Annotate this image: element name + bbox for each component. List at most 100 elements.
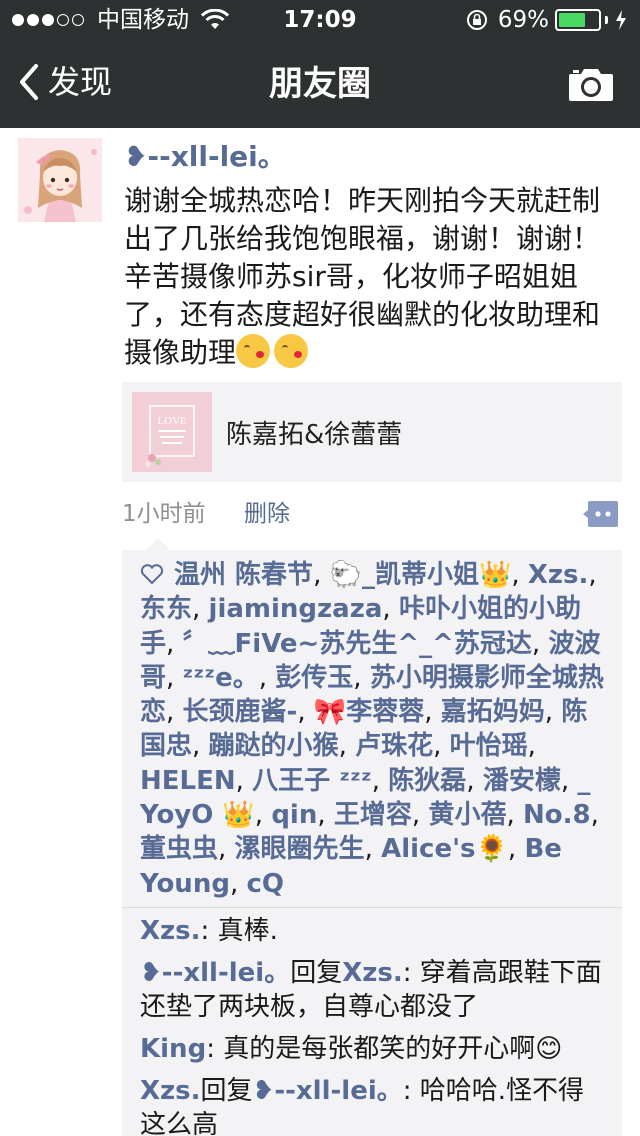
like-separator: , — [531, 628, 549, 659]
reply-word: 回复 — [290, 958, 343, 988]
post-text: 谢谢全城热恋哈！昨天刚拍今天就赶制出了几张给我饱饱眼福，谢谢！谢谢！辛苦摄像师苏… — [124, 182, 614, 372]
comment-author[interactable]: King — [140, 1034, 206, 1064]
like-name[interactable]: cQ — [246, 869, 284, 899]
kissing-emoji-icon — [236, 334, 271, 368]
like-separator: , — [506, 800, 523, 831]
comment-colon: : — [402, 958, 420, 988]
like-name[interactable]: 八王子 ᶻᶻᶻ — [252, 766, 372, 796]
like-separator: , — [166, 662, 183, 693]
comment-item[interactable]: Xzs.: 真棒. — [140, 914, 610, 948]
like-name[interactable]: qin — [271, 800, 317, 830]
comment-icon[interactable] — [582, 499, 620, 529]
comment-author[interactable]: Xzs. — [140, 1076, 201, 1106]
like-separator: , — [218, 834, 235, 865]
like-separator: , — [235, 765, 253, 796]
like-separator: , — [338, 731, 356, 762]
like-separator: , — [382, 594, 399, 625]
like-name[interactable]: 叶怡瑶 — [450, 731, 528, 761]
like-separator: , — [297, 697, 314, 728]
link-thumbnail-graphic: LOVE — [132, 392, 212, 472]
like-name[interactable]: 董虫虫 — [140, 834, 218, 864]
like-separator: , — [466, 765, 483, 796]
like-name[interactable]: jiamingzaza — [209, 594, 383, 624]
comment-text: 真的是每张都笑的好开心啊😊 — [223, 1034, 563, 1064]
like-name[interactable]: 潘安檬 — [483, 766, 561, 796]
box-arrow — [146, 538, 170, 550]
comment-author[interactable]: ❥--xll-lei。 — [140, 958, 290, 988]
like-name[interactable]: ᶻᶻᶻe。 — [183, 663, 259, 693]
battery-percent: 69% — [497, 7, 549, 33]
like-name[interactable]: 长颈鹿酱- — [183, 697, 298, 727]
like-name[interactable]: 〞﹏FiVe~苏先生^_^苏冠达 — [183, 629, 532, 659]
comment-item[interactable]: Xzs.回复❥--xll-lei。: 哈哈哈.怪不得这么高 — [140, 1074, 610, 1136]
post-time: 1小时前 — [122, 501, 206, 527]
like-name[interactable]: 蹦跶的小猴 — [209, 731, 339, 761]
comment-item[interactable]: King: 真的是每张都笑的好开心啊😊 — [140, 1032, 610, 1066]
like-name[interactable]: 温州 陈春节 — [174, 560, 313, 590]
like-name[interactable]: 🐑_凯蒂小姐👑 — [330, 560, 512, 590]
like-name[interactable]: 嘉拓妈妈 — [441, 697, 545, 727]
like-separator: , — [371, 765, 389, 796]
like-name[interactable]: Alice's🌻 — [381, 834, 508, 864]
comments-list: Xzs.: 真棒. ❥--xll-lei。回复Xzs.: 穿着高跟鞋下面还垫了两块… — [140, 914, 610, 1136]
like-separator: , — [229, 868, 247, 899]
thumb-text: LOVE — [157, 415, 187, 427]
like-separator: , — [511, 560, 528, 590]
link-title: 陈嘉拓&徐蕾蕾 — [226, 419, 403, 450]
comment-colon: : — [206, 1034, 224, 1064]
like-separator: , — [424, 697, 441, 728]
like-name[interactable]: HELEN — [140, 766, 236, 796]
like-separator: , — [590, 800, 599, 831]
interaction-box: 温州 陈春节, 🐑_凯蒂小姐👑, Xzs., 东东, jiamingzaza, … — [122, 550, 622, 1136]
battery-tip — [605, 16, 608, 24]
reply-word: 回复 — [200, 1076, 253, 1106]
camera-icon[interactable] — [568, 66, 614, 102]
delete-button[interactable]: 删除 — [244, 496, 290, 532]
post-meta: 1小时前 删除 — [122, 496, 622, 532]
battery-icon — [555, 9, 601, 31]
comment-author[interactable]: Xzs. — [140, 916, 201, 946]
kissing-emoji-icon — [274, 334, 309, 368]
avatar[interactable] — [18, 138, 102, 222]
like-name[interactable]: 卢珠花 — [355, 731, 433, 761]
likes-list: 温州 陈春节, 🐑_凯蒂小姐👑, Xzs., 东东, jiamingzaza, … — [140, 558, 610, 901]
status-right: 69% — [466, 6, 628, 34]
like-separator: , — [166, 628, 183, 659]
page-title: 朋友圈 — [269, 64, 371, 104]
like-name[interactable]: 王增容 — [334, 800, 412, 830]
comment-reply-target[interactable]: Xzs. — [342, 958, 403, 988]
like-separator: , — [433, 731, 450, 762]
likes-comments-divider — [122, 907, 622, 908]
post-author-name[interactable]: ❥--xll-lei。 — [124, 138, 286, 176]
like-separator: , — [254, 800, 272, 831]
like-name[interactable]: 🎀李蓉蓉 — [314, 697, 424, 727]
status-bar: 中国移动 17:09 69% — [0, 0, 640, 40]
charging-bolt-icon — [616, 10, 626, 30]
battery-fill — [559, 13, 585, 27]
like-separator: , — [317, 800, 334, 831]
comment-text: 真棒. — [217, 916, 278, 946]
like-name[interactable]: 东东 — [140, 594, 192, 624]
like-name[interactable]: 彭传玉 — [275, 663, 353, 693]
post-body: 谢谢全城热恋哈！昨天刚拍今天就赶制出了几张给我饱饱眼福，谢谢！谢谢！辛苦摄像师苏… — [124, 184, 601, 369]
like-separator: , — [507, 834, 525, 865]
comment-item[interactable]: ❥--xll-lei。回复Xzs.: 穿着高跟鞋下面还垫了两块板，自尊心都没了 — [140, 956, 610, 1024]
like-separator: , — [544, 697, 562, 728]
shared-link-card[interactable]: LOVE 陈嘉拓&徐蕾蕾 — [122, 382, 622, 482]
like-separator: , — [192, 594, 209, 625]
like-name[interactable]: Xzs. — [528, 560, 589, 590]
like-separator: , — [411, 800, 429, 831]
avatar-illustration — [18, 138, 102, 222]
like-name[interactable]: 漯眼圈先生 — [235, 834, 365, 864]
comment-colon: : — [200, 916, 218, 946]
like-separator: , — [258, 662, 276, 693]
like-separator: , — [364, 834, 382, 865]
like-name[interactable]: 黄小蓓 — [428, 800, 506, 830]
comment-colon: : — [402, 1076, 420, 1106]
like-name[interactable]: 陈狄磊 — [388, 766, 466, 796]
like-name[interactable]: No.8 — [523, 800, 591, 830]
like-separator: , — [353, 662, 370, 693]
like-separator: , — [527, 731, 536, 762]
comment-reply-target[interactable]: ❥--xll-lei。 — [253, 1076, 403, 1106]
nav-bar: 发现 朋友圈 — [0, 40, 640, 128]
